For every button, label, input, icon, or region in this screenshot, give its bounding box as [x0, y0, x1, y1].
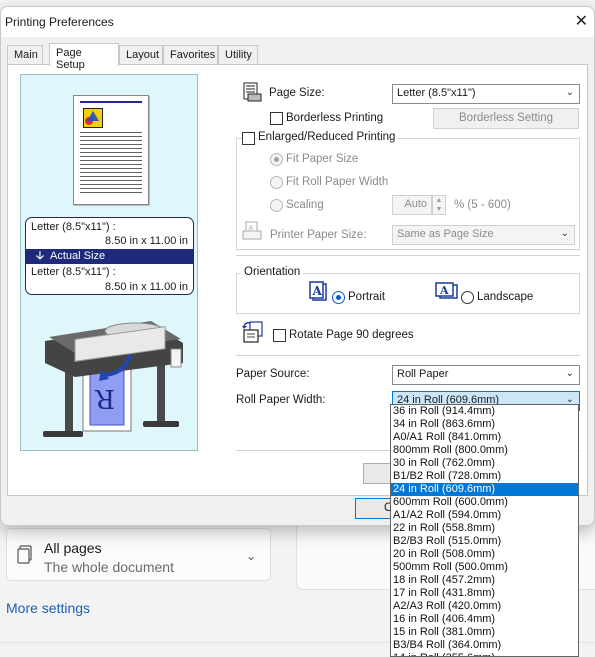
roll-width-option[interactable]: A2/A3 Roll (420.0mm) — [391, 600, 578, 613]
scaling-input[interactable]: Auto — [392, 195, 432, 215]
roll-width-option[interactable]: 600mm Roll (600.0mm) — [391, 496, 578, 509]
roll-width-option[interactable]: A1/A2 Roll (594.0mm) — [391, 509, 578, 522]
scaling-spinner[interactable]: ▲ ▼ — [432, 195, 446, 215]
size-top-label: Letter (8.5"x11") : — [31, 221, 116, 233]
roll-width-option[interactable]: 24 in Roll (609.6mm) — [391, 483, 578, 496]
page-thumbnail — [73, 95, 149, 205]
printer-illustration: R — [43, 321, 183, 437]
dialog-title: Printing Preferences — [5, 15, 114, 29]
divider — [236, 355, 580, 356]
page-size-value: Letter (8.5"x11") — [397, 87, 476, 99]
roll-width-option[interactable]: B1/B2 Roll (728.0mm) — [391, 470, 578, 483]
print-preview: Letter (8.5"x11") : 8.50 in x 11.00 in 🡣… — [20, 74, 198, 451]
image-placeholder-icon — [83, 108, 103, 128]
roll-width-option[interactable]: 20 in Roll (508.0mm) — [391, 548, 578, 561]
roll-width-option[interactable]: 800mm Roll (800.0mm) — [391, 444, 578, 457]
tab-utility[interactable]: Utility — [218, 45, 258, 65]
tab-main[interactable]: Main — [7, 45, 43, 65]
roll-width-option[interactable]: 22 in Roll (558.8mm) — [391, 522, 578, 535]
enlarged-checkbox[interactable] — [242, 132, 255, 145]
roll-width-option[interactable]: B2/B3 Roll (515.0mm) — [391, 535, 578, 548]
roll-width-dropdown-list[interactable]: 36 in Roll (914.4mm) 34 in Roll (863.6mm)… — [390, 404, 579, 657]
borderless-checkbox[interactable] — [270, 112, 283, 125]
arrow-down-icon: 🡣 — [36, 250, 44, 262]
roll-width-option[interactable]: 17 in Roll (431.8mm) — [391, 587, 578, 600]
roll-width-option[interactable]: A0/A1 Roll (841.0mm) — [391, 431, 578, 444]
paper-source-value: Roll Paper — [397, 368, 449, 380]
portrait-radio[interactable] — [332, 291, 345, 304]
size-bottom-label: Letter (8.5"x11") : — [31, 266, 116, 278]
paper-source-label: Paper Source: — [236, 368, 310, 380]
roll-width-option[interactable]: B3/B4 Roll (364.0mm) — [391, 639, 578, 652]
orientation-label: Orientation — [241, 266, 304, 278]
roll-width-option[interactable]: 18 in Roll (457.2mm) — [391, 574, 578, 587]
page-size-select[interactable]: Letter (8.5"x11") ⌄ — [392, 84, 580, 104]
borderless-label: Borderless Printing — [286, 112, 384, 124]
roll-width-option[interactable]: 500mm Roll (500.0mm) — [391, 561, 578, 574]
chevron-down-icon: ⌄ — [245, 549, 256, 563]
rotate-checkbox[interactable] — [273, 329, 286, 342]
ok-button[interactable]: O — [355, 498, 395, 519]
header-bar — [80, 101, 142, 103]
landscape-label: Landscape — [477, 291, 534, 303]
fit-paper-size-radio[interactable] — [270, 153, 283, 166]
printer-paper-size-icon: A — [242, 221, 262, 240]
borderless-setting-button[interactable]: Borderless Setting — [433, 108, 579, 129]
printer-paper-size-value: Same as Page Size — [397, 228, 494, 240]
page-size-label: Page Size: — [269, 87, 325, 99]
landscape-icon: A — [435, 282, 458, 299]
tab-layout[interactable]: Layout — [119, 45, 163, 65]
tab-favorites[interactable]: Favorites — [163, 45, 218, 65]
printer-paper-size-select[interactable]: Same as Page Size ⌄ — [392, 225, 575, 245]
svg-text:R: R — [94, 383, 115, 413]
pages-icon — [17, 545, 32, 564]
text-lines — [80, 132, 142, 196]
fit-roll-width-radio[interactable] — [270, 176, 283, 189]
scaling-radio[interactable] — [270, 199, 283, 212]
rotate-page-icon — [242, 321, 263, 343]
chevron-down-icon: ⌄ — [565, 368, 574, 379]
page-size-icon — [243, 82, 262, 102]
fit-roll-width-label: Fit Roll Paper Width — [286, 176, 389, 188]
pages-subtitle: The whole document — [44, 559, 174, 575]
size-top-dims: 8.50 in x 11.00 in — [105, 235, 188, 247]
printer-paper-size-label: Printer Paper Size: — [270, 229, 367, 241]
svg-text:A: A — [312, 284, 323, 298]
roll-width-option[interactable]: 15 in Roll (381.0mm) — [391, 626, 578, 639]
tab-page-setup[interactable]: Page Setup — [49, 43, 119, 71]
scaling-range-label: % (5 - 600) — [454, 199, 511, 211]
rotate-label: Rotate Page 90 degrees — [289, 329, 414, 341]
portrait-icon: A — [309, 281, 327, 301]
roll-width-option[interactable]: 14 in Roll (355.6mm) — [391, 652, 578, 656]
paper-source-select[interactable]: Roll Paper ⌄ — [392, 365, 580, 385]
scaling-value: Auto — [404, 198, 427, 210]
more-settings-link[interactable]: More settings — [6, 600, 90, 616]
size-bottom-dims: 8.50 in x 11.00 in — [105, 281, 188, 293]
landscape-radio[interactable] — [461, 291, 474, 304]
scaling-label: Scaling — [286, 199, 324, 211]
fit-paper-size-label: Fit Paper Size — [286, 153, 359, 165]
roll-width-label: Roll Paper Width: — [236, 394, 326, 406]
actual-size-label: Actual Size — [50, 250, 106, 262]
chevron-down-icon: ⌄ — [565, 87, 574, 98]
enlarged-label: Enlarged/Reduced Printing — [258, 131, 399, 143]
size-info-box: Letter (8.5"x11") : 8.50 in x 11.00 in 🡣… — [25, 217, 194, 295]
roll-width-option[interactable]: 36 in Roll (914.4mm) — [391, 405, 578, 418]
close-icon[interactable]: ✕ — [575, 11, 588, 31]
portrait-label: Portrait — [348, 291, 386, 303]
actual-size-row: 🡣 Actual Size — [26, 249, 193, 264]
pages-title: All pages — [44, 540, 102, 556]
roll-width-option[interactable]: 30 in Roll (762.0mm) — [391, 457, 578, 470]
roll-width-option[interactable]: 16 in Roll (406.4mm) — [391, 613, 578, 626]
pages-selector[interactable]: All pages The whole document ⌄ — [6, 528, 271, 581]
divider — [236, 255, 580, 256]
title-bar: Printing Preferences ✕ — [1, 7, 594, 37]
roll-width-option[interactable]: 34 in Roll (863.6mm) — [391, 418, 578, 431]
svg-text:A: A — [439, 284, 449, 297]
chevron-down-icon: ⌄ — [560, 228, 569, 239]
